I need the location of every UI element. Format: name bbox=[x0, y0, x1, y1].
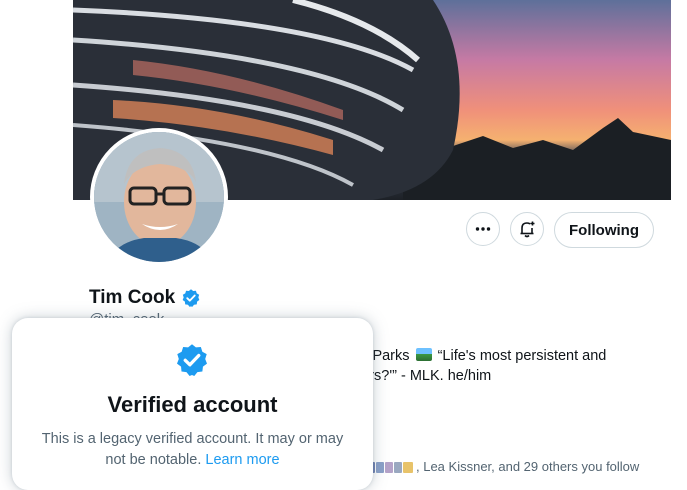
profile-avatar[interactable] bbox=[90, 128, 228, 266]
following-button[interactable]: Following bbox=[554, 212, 654, 248]
popup-description: This is a legacy verified account. It ma… bbox=[32, 429, 353, 471]
followers-you-know[interactable]: , Lea Kissner, and 29 others you follow bbox=[367, 459, 639, 474]
follower-avatar bbox=[385, 462, 393, 473]
follower-avatars bbox=[367, 462, 414, 473]
bio-line-1: onal Parks “Life's most persistent and bbox=[341, 346, 671, 366]
bio-quote: “Life's most persistent and bbox=[437, 348, 607, 364]
follower-avatar bbox=[403, 462, 413, 473]
verified-badge-icon bbox=[177, 344, 207, 377]
profile-name: Tim Cook bbox=[89, 287, 201, 309]
bio-line-2: others?'” - MLK. he/him bbox=[341, 368, 492, 384]
notifications-button[interactable] bbox=[510, 212, 544, 246]
bell-plus-icon bbox=[520, 221, 535, 238]
learn-more-link[interactable]: Learn more bbox=[205, 452, 279, 468]
profile-bio: onal Parks “Life's most persistent and o… bbox=[341, 346, 671, 386]
national-park-emoji-icon bbox=[415, 348, 432, 361]
follower-avatar bbox=[376, 462, 384, 473]
more-horizontal-icon bbox=[475, 227, 491, 231]
followers-text: , Lea Kissner, and 29 others you follow bbox=[416, 459, 640, 474]
follower-avatar bbox=[394, 462, 402, 473]
popup-title: Verified account bbox=[107, 392, 278, 417]
verified-account-popup: Verified account This is a legacy verifi… bbox=[12, 318, 373, 490]
verified-badge-icon[interactable] bbox=[181, 288, 201, 308]
more-button[interactable] bbox=[466, 212, 500, 246]
avatar-image bbox=[94, 132, 224, 262]
display-name: Tim Cook bbox=[89, 287, 176, 308]
popup-description-text: This is a legacy verified account. It ma… bbox=[41, 431, 344, 468]
